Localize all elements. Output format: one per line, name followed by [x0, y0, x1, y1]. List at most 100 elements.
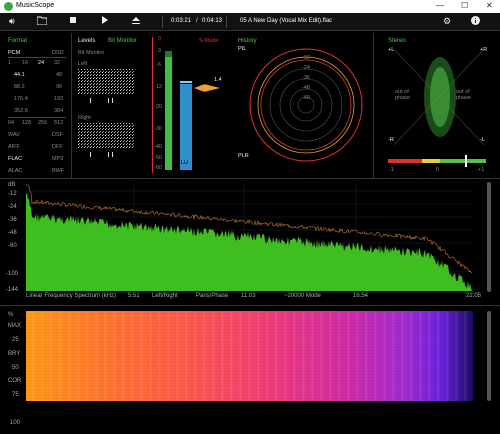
dsd-64: 64	[8, 120, 15, 126]
toolbar: 🔊︎ 0:03:21 / 0:04:13 05 A New Day (Vocal…	[0, 13, 500, 31]
bit-monitor-title: Bit Monitor	[108, 38, 137, 44]
dsd-label: DSD	[52, 50, 64, 56]
phase-0: 0	[436, 167, 440, 173]
meter-scale-12: -12	[154, 84, 162, 90]
close-button[interactable]: ✕	[486, 1, 493, 10]
ring-48: -48	[302, 85, 310, 91]
play-icon[interactable]	[101, 16, 109, 28]
meter-scale-3: -3	[156, 48, 161, 54]
pans-phase-button[interactable]: Pans/Phase	[196, 293, 228, 299]
folder-icon[interactable]	[36, 16, 48, 28]
history-panel: History PIL PLR -12 -24 -36 -48 -60	[232, 33, 374, 178]
maximize-button[interactable]: ☐	[461, 1, 468, 10]
freq-mode-button[interactable]: ~20000 Mode	[284, 293, 321, 299]
dsd-256: 256	[38, 120, 48, 126]
cor-label: COR	[8, 378, 22, 384]
meter-divider	[152, 37, 153, 173]
total-time: 0:04:13	[202, 18, 223, 24]
fmt-dff: DFF	[52, 144, 63, 150]
lu-label: LU	[181, 160, 189, 166]
spectrum-mode-button[interactable]: Linear Frequency Spectrum (kHz)	[26, 293, 116, 299]
fmt-alac: ALAC	[8, 168, 23, 174]
minimize-button[interactable]: —	[436, 1, 444, 10]
max-label: MAX	[8, 323, 22, 329]
s-mode-label: S-Mode	[199, 38, 219, 44]
db-label: dB	[8, 182, 16, 188]
spectrogram-scrollbar[interactable]	[487, 311, 491, 401]
bit-24: 24	[38, 60, 45, 66]
format-title: Format	[8, 38, 28, 44]
ring-36: -36	[302, 75, 310, 81]
bit-32: 32	[54, 60, 61, 66]
fmt-flac: FLAC	[8, 156, 23, 162]
minus-r-label: -R	[388, 137, 394, 143]
bry-label: BRY	[8, 351, 21, 357]
meter-scale-50: -50	[154, 155, 162, 161]
y-tick-60: -60	[8, 243, 17, 249]
pil-label: PIL	[238, 46, 247, 52]
out-of-phase-right: out of phase	[456, 89, 471, 101]
bit-1: 1	[8, 60, 12, 66]
fmt-wav: WAV	[8, 132, 20, 138]
bit-monitor-left	[78, 69, 134, 103]
separator	[162, 16, 163, 28]
fmt-bwf: BWF	[52, 168, 65, 174]
divider	[8, 57, 66, 58]
meter-right-bar	[180, 84, 192, 170]
x-tick-22: 22.05	[466, 293, 482, 299]
fmt-dsf: DSF	[52, 132, 63, 138]
meter-scale-0: 0	[158, 36, 162, 42]
meter-scale-40: -40	[154, 144, 162, 150]
time-separator: /	[196, 18, 198, 24]
stop-icon[interactable]	[69, 16, 77, 28]
track-name: 05 A New Day (Vocal Mix Edit).flac	[240, 18, 333, 24]
phase-plus-1: +1	[478, 167, 485, 173]
y-tick-144: -144	[6, 287, 19, 293]
phase-minus-1: -1	[389, 167, 394, 173]
title-bar: MusicScope — ☐ ✕	[0, 0, 500, 13]
info-icon[interactable]	[471, 16, 480, 28]
left-right-button[interactable]: Left/Right	[152, 293, 178, 299]
pcm-label: PCM	[8, 50, 21, 56]
stereo-panel: Stereo +L +R -R -L out of phase out of p…	[374, 33, 500, 178]
app-logo-icon	[4, 2, 13, 11]
out-of-phase-left: out of phase	[395, 89, 410, 101]
rate-192: 192	[54, 96, 64, 102]
bit-monitor-right	[78, 123, 134, 157]
current-time: 0:03:21	[171, 18, 192, 24]
x-tick-5: 5.51	[128, 293, 140, 299]
meter-left-bar	[165, 57, 172, 170]
y-tick-24: -24	[8, 204, 17, 210]
meter-scale-6: -6	[156, 62, 161, 68]
pct-label: %	[8, 312, 14, 318]
meter-right-peak	[180, 81, 192, 83]
x-tick-16: 16.54	[353, 293, 369, 299]
spectrogram-panel: % MAX 25 BRY 50 COR 75 100	[0, 305, 500, 434]
rate-352: 352.8	[14, 108, 28, 114]
spectrogram-image	[26, 311, 473, 401]
meter-scale-20: -20	[154, 104, 162, 110]
levels-title: Levels	[78, 38, 96, 44]
y-100: 100	[10, 420, 21, 426]
volume-icon[interactable]: 🔊︎	[9, 16, 15, 27]
right-label: Right	[78, 115, 91, 121]
y-50: 50	[12, 365, 19, 371]
spectrum-panel: dB -12 -24 -36 -48 -60 -100 -144 5.51 11…	[0, 178, 500, 300]
y-tick-100: -100	[6, 271, 19, 277]
fmt-mp3: MP3	[52, 156, 64, 162]
gear-icon[interactable]: ⚙	[443, 16, 451, 27]
y-tick-48: -48	[8, 230, 17, 236]
rate-96: 96	[56, 84, 63, 90]
bit-16: 16	[22, 60, 29, 66]
x-tick-11: 11.03	[241, 293, 256, 299]
eject-icon[interactable]	[132, 16, 140, 28]
format-panel: Format PCM DSD 1 16 24 32 44.1 88.2 176.…	[0, 33, 72, 178]
levels-panel: Levels Bit Monitor Bit Monitor Left Righ…	[72, 33, 232, 178]
spectrum-graph	[26, 183, 472, 291]
separator	[226, 16, 227, 28]
rate-48: 48	[56, 72, 63, 78]
y-tick-12: -12	[8, 191, 17, 197]
spectrum-scrollbar[interactable]	[487, 182, 491, 292]
meter-scale-60: -60	[154, 165, 162, 171]
rate-88: 88.2	[14, 84, 25, 90]
